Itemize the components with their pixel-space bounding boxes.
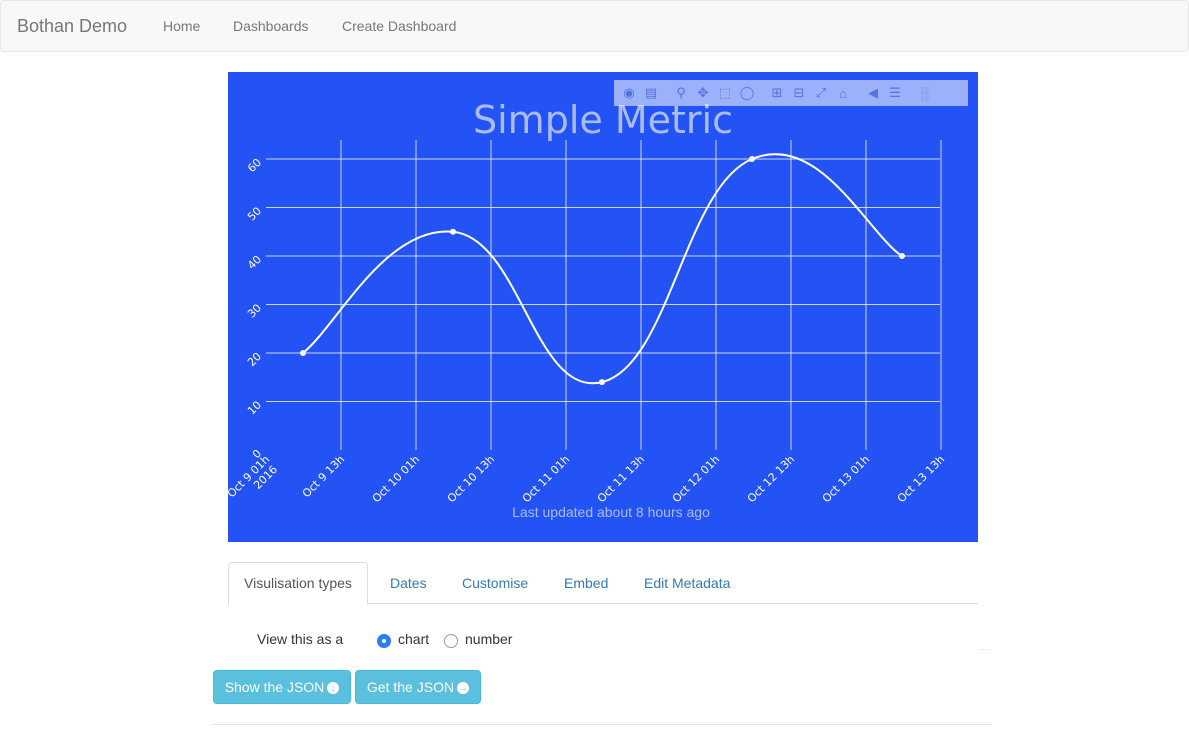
data-point <box>899 253 905 259</box>
show-json-label: Show the JSON <box>224 679 325 695</box>
number-radio-label[interactable]: number <box>465 631 512 647</box>
zoom-out-icon[interactable]: ⊟ <box>788 83 810 103</box>
nav-home[interactable]: Home <box>163 18 200 34</box>
chart-modebar: ◉ ▤ ⚲ ✥ ⬚ ◯ ⊞ ⊟ ⤢ ⌂ ◀ ☰ ░ <box>614 80 968 106</box>
x-tick-label: Oct 13 01h <box>820 453 872 505</box>
tab-bar: Visulisation types Dates Customise Embed… <box>228 562 978 605</box>
x-tick-label: Oct 9 13h <box>300 453 347 500</box>
compare-icon[interactable]: ☰ <box>884 83 906 103</box>
chart-radio-label[interactable]: chart <box>398 631 429 647</box>
x-tick-label: Oct 12 13h <box>745 453 797 505</box>
brand-link[interactable]: Bothan Demo <box>17 16 127 37</box>
x-tick-label: Oct 12 01h <box>670 453 722 505</box>
data-point <box>300 350 306 356</box>
last-updated-text: Last updated about 8 hours ago <box>512 504 710 520</box>
arrow-down-circle-icon: ↓ <box>327 682 340 695</box>
show-json-button[interactable]: Show the JSON ↓ <box>213 670 351 704</box>
tab-edit-metadata[interactable]: Edit Metadata <box>629 562 745 604</box>
nav-dashboards[interactable]: Dashboards <box>233 18 309 34</box>
y-tick-label: 20 <box>245 350 264 369</box>
navbar: Bothan Demo Home Dashboards Create Dashb… <box>0 0 1189 52</box>
nav-create-dashboard[interactable]: Create Dashboard <box>342 18 456 34</box>
autoscale-icon[interactable]: ⤢ <box>810 83 832 103</box>
tab-visualisation-types[interactable]: Visulisation types <box>228 562 368 605</box>
y-tick-label: 40 <box>245 253 264 272</box>
tab-dates[interactable]: Dates <box>375 562 442 604</box>
spike-lines-icon[interactable]: ◀ <box>862 83 884 103</box>
divider <box>978 649 992 650</box>
chart-panel: 0 10 20 30 40 50 60 Oct 9 01h 2016 Oct 9 13h Oct 1… <box>228 72 978 542</box>
y-tick-label: 10 <box>245 398 264 417</box>
data-point <box>450 228 456 235</box>
zoom-icon[interactable]: ⚲ <box>670 83 692 103</box>
camera-icon[interactable]: ◉ <box>618 83 640 103</box>
series-line <box>302 153 903 385</box>
y-tick-label: 60 <box>245 156 264 175</box>
y-tick-label: 30 <box>245 301 264 320</box>
box-select-icon[interactable]: ⬚ <box>714 83 736 103</box>
zoom-in-icon[interactable]: ⊞ <box>766 83 788 103</box>
pan-icon[interactable]: ✥ <box>692 83 714 103</box>
x-tick-label: Oct 13 13h <box>895 453 947 505</box>
view-as-label: View this as a <box>257 631 344 647</box>
x-tick-label: Oct 10 13h <box>445 453 497 505</box>
get-json-button[interactable]: Get the JSON → <box>355 670 481 704</box>
save-icon[interactable]: ▤ <box>640 83 662 103</box>
bottom-divider <box>213 724 992 725</box>
get-json-label: Get the JSON <box>366 679 455 695</box>
lasso-icon[interactable]: ◯ <box>736 83 758 103</box>
tab-embed[interactable]: Embed <box>549 562 623 604</box>
x-tick-label: Oct 11 13h <box>595 453 647 505</box>
line-chart[interactable]: 0102030405060Oct 9 01h2016 Oct 9 13h Oct 1… <box>228 72 978 542</box>
home-icon[interactable]: ⌂ <box>832 83 854 103</box>
x-tick-label: Oct 10 01h <box>370 453 422 505</box>
data-point <box>749 156 755 162</box>
arrow-right-circle-icon: → <box>457 682 470 695</box>
x-tick-label: Oct 11 01h <box>520 453 572 505</box>
data-point <box>599 379 605 386</box>
tab-customise[interactable]: Customise <box>447 562 543 604</box>
y-tick-label: 50 <box>245 204 264 223</box>
chart-radio[interactable] <box>377 634 391 648</box>
number-radio[interactable] <box>444 634 458 648</box>
plotly-logo-icon[interactable]: ░ <box>914 83 936 103</box>
